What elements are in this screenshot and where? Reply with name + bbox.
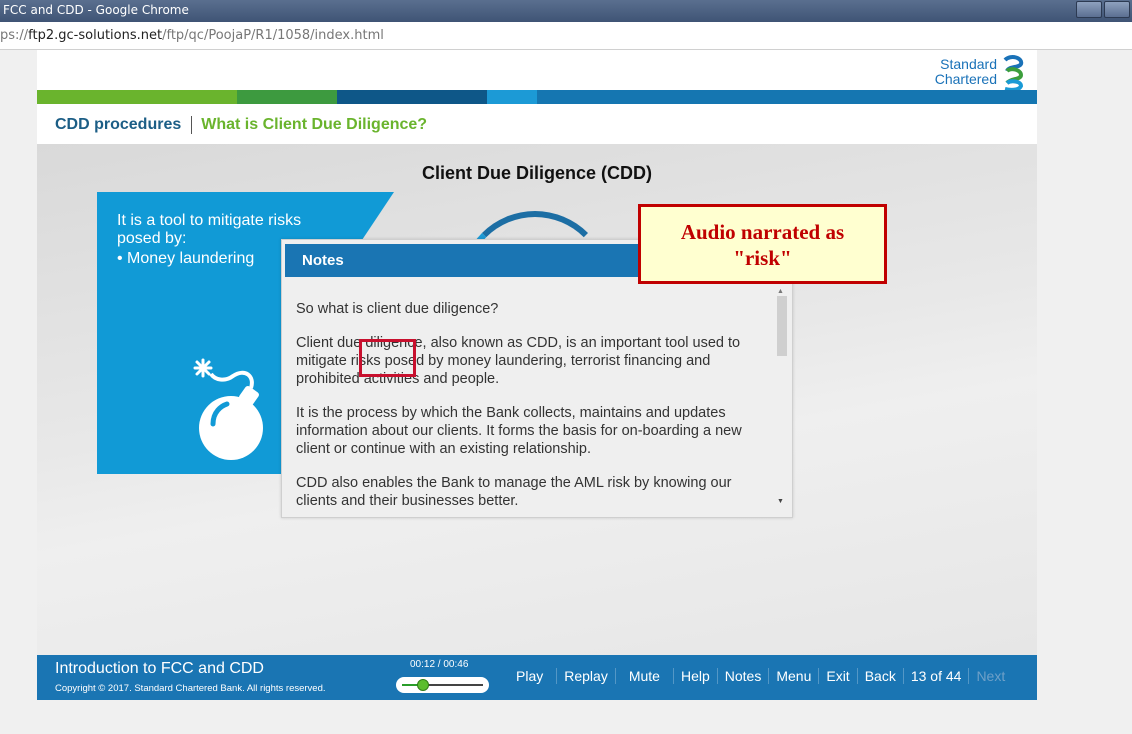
replay-button[interactable]: Replay <box>556 668 615 684</box>
address-bar[interactable]: ps://ftp2.gc-solutions.net/ftp/qc/PoojaP… <box>0 22 1132 50</box>
scroll-up-icon[interactable]: ▲ <box>777 288 784 295</box>
scroll-thumb[interactable] <box>777 296 787 356</box>
seek-handle[interactable] <box>417 679 430 691</box>
help-button[interactable]: Help <box>672 668 717 684</box>
logo-mark-icon <box>1003 55 1024 92</box>
card-bullet: • Money laundering <box>117 250 255 267</box>
next-button[interactable]: Next <box>968 668 1012 684</box>
window-controls <box>1076 1 1130 18</box>
color-segment <box>237 90 337 104</box>
notes-paragraph: CDD also enables the Bank to manage the … <box>296 475 732 509</box>
exit-button[interactable]: Exit <box>818 668 856 684</box>
course-name: Introduction to FCC and CDD <box>55 660 264 677</box>
notes-title: Notes <box>302 252 344 269</box>
callout-text: Audio narrated as "risk" <box>680 220 845 270</box>
play-button[interactable]: Play <box>503 668 556 684</box>
notes-scrollbar[interactable]: ▲ ▼ <box>775 288 787 510</box>
url-host: ftp2.gc-solutions.net <box>28 28 163 43</box>
menu-button[interactable]: Menu <box>768 668 818 684</box>
breadcrumb-page: What is Client Due Diligence? <box>201 116 428 134</box>
color-segment <box>487 90 537 104</box>
logo-line-1: Standard <box>940 56 997 72</box>
notes-paragraph: So what is client due diligence? <box>296 301 499 317</box>
logo-line-2: Chartered <box>934 71 997 87</box>
breadcrumb-divider <box>191 116 193 134</box>
back-button[interactable]: Back <box>856 668 903 684</box>
breadcrumb: CDD procedures What is Client Due Diligen… <box>55 116 427 134</box>
url-scheme: ps:// <box>0 28 29 43</box>
player-footer: Introduction to FCC and CDD Copyright © … <box>37 655 1037 700</box>
notes-button[interactable]: Notes <box>716 668 769 684</box>
breadcrumb-section: CDD procedures <box>55 116 182 134</box>
card-bullet-text: Money laundering <box>127 250 255 267</box>
copyright-text: Copyright © 2017. Standard Chartered Ban… <box>55 683 326 694</box>
mute-button[interactable]: Mute <box>614 668 673 684</box>
notes-body: So what is client due diligence? Client … <box>296 300 766 526</box>
scroll-down-icon[interactable]: ▼ <box>777 498 784 505</box>
standard-chartered-logo: Standard Chartered <box>909 54 1029 92</box>
page-counter: 13 of 44 <box>902 668 969 684</box>
url-text[interactable]: ps://ftp2.gc-solutions.net/ftp/qc/PoojaP… <box>0 28 384 43</box>
color-segment <box>337 90 487 104</box>
browser-titlebar: FCC and CDD - Google Chrome <box>0 0 1132 22</box>
color-segment <box>37 90 237 104</box>
review-highlight-box <box>359 339 416 377</box>
window-title: FCC and CDD - Google Chrome <box>3 3 189 17</box>
notes-paragraph: It is the process by which the Bank coll… <box>296 405 742 457</box>
player-nav: Play Replay Mute Help Notes Menu Exit Ba… <box>503 668 1012 684</box>
time-readout: 00:12 / 00:46 <box>410 659 469 670</box>
bomb-icon <box>193 358 263 460</box>
review-callout: Audio narrated as "risk" <box>638 204 887 284</box>
seek-slider[interactable] <box>396 677 489 693</box>
restore-button[interactable] <box>1104 1 1130 18</box>
url-path: /ftp/qc/PoojaP/R1/1058/index.html <box>162 28 384 43</box>
slide-title: Client Due Diligence (CDD) <box>421 163 653 183</box>
color-segment <box>537 90 1037 104</box>
minimize-button[interactable] <box>1076 1 1102 18</box>
brand-color-bar <box>37 90 1037 104</box>
logo-text: Standard Chartered <box>909 57 997 87</box>
